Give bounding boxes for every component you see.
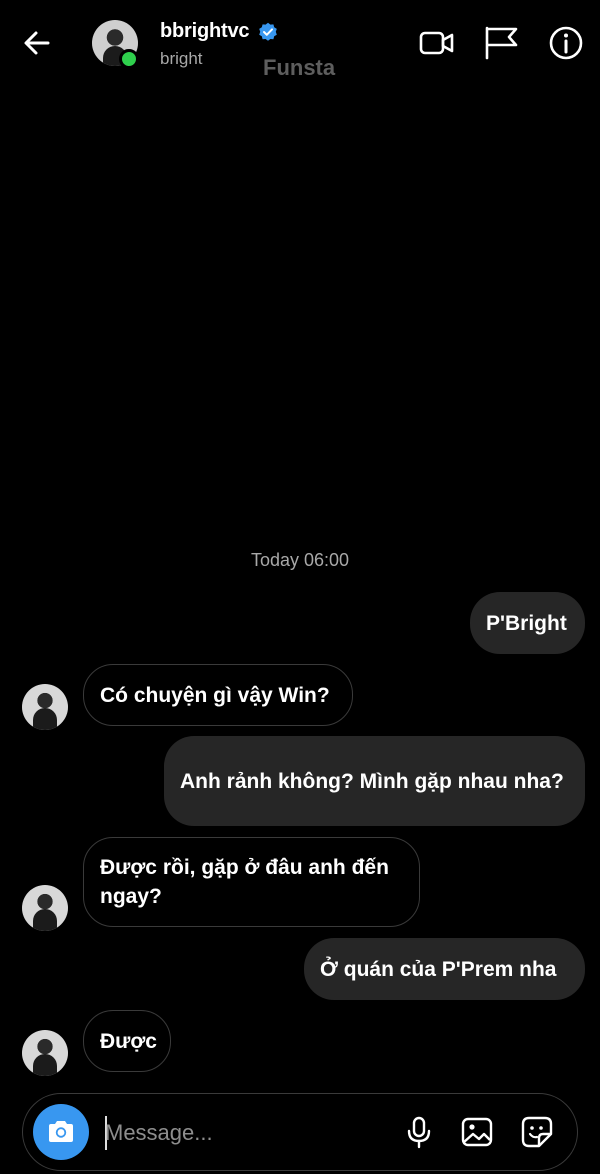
camera-button[interactable] — [33, 1104, 89, 1160]
watermark-label: Funsta — [263, 55, 336, 80]
incoming-message[interactable]: Được — [83, 1010, 171, 1072]
outgoing-message[interactable]: Anh rảnh không? Mình gặp nhau nha? — [164, 736, 585, 826]
contact-username[interactable]: bbrightvc — [160, 20, 250, 43]
video-call-icon[interactable] — [418, 24, 456, 62]
outgoing-message[interactable]: P'Bright — [470, 592, 585, 654]
gallery-icon[interactable] — [459, 1114, 495, 1150]
flag-icon[interactable] — [482, 24, 520, 62]
incoming-message[interactable]: Được rồi, gặp ở đâu anh đến ngay? — [83, 837, 420, 927]
sticker-icon[interactable] — [519, 1114, 555, 1150]
microphone-icon[interactable] — [401, 1114, 437, 1150]
message-timestamp: Today 06:00 — [250, 550, 350, 570]
incoming-message[interactable]: Có chuyện gì vậy Win? — [83, 664, 353, 726]
back-arrow-icon[interactable] — [20, 26, 54, 60]
message-composer — [22, 1093, 578, 1171]
chat-header: bbrightvc bright Funsta — [0, 0, 600, 88]
verified-badge-icon — [259, 22, 277, 41]
avatar[interactable] — [22, 684, 68, 730]
contact-display-name: bright — [160, 49, 203, 68]
camera-icon — [49, 1121, 73, 1142]
chat-screen: bbrightvc bright Funsta Today 06:00 P'Br… — [0, 0, 600, 1174]
message-input[interactable] — [105, 1114, 355, 1152]
avatar[interactable] — [22, 885, 68, 931]
info-icon[interactable] — [547, 24, 585, 62]
online-status-indicator — [119, 49, 139, 69]
avatar[interactable] — [22, 1030, 68, 1076]
outgoing-message[interactable]: Ở quán của P'Prem nha — [304, 938, 585, 1000]
